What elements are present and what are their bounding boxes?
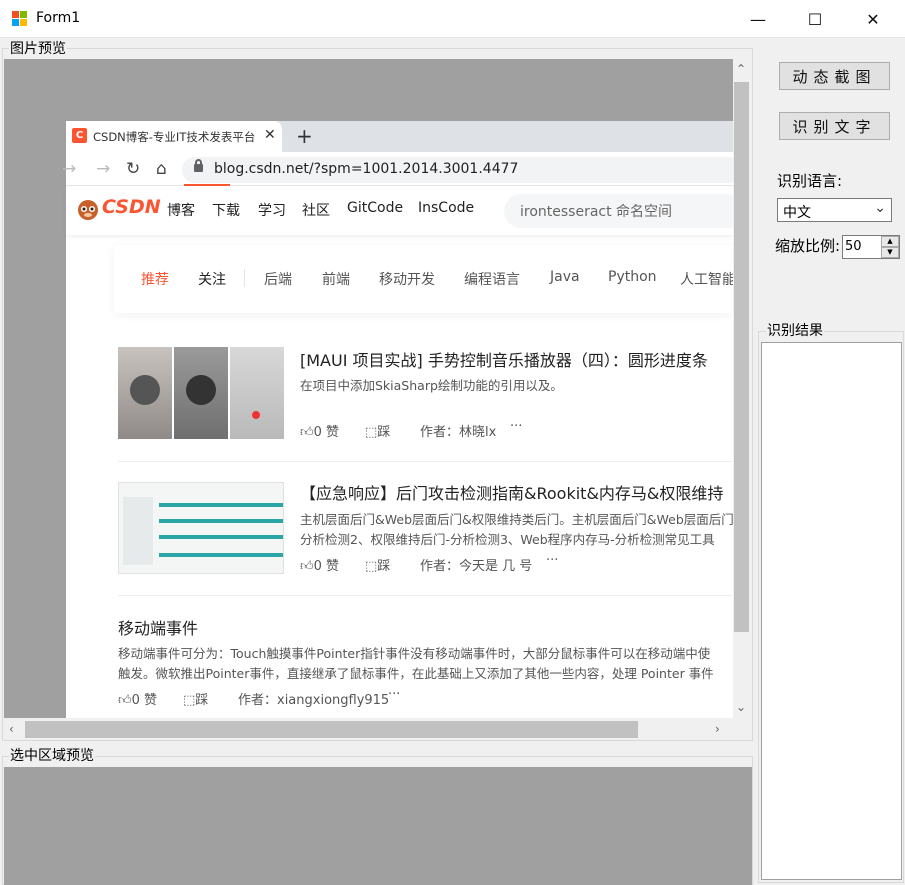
dislike: ⬚踩 xyxy=(365,421,390,440)
csdn-logo-icon xyxy=(78,200,98,220)
scroll-down-icon[interactable]: ⌄ xyxy=(736,700,746,714)
zoom-label: 缩放比例: xyxy=(775,237,841,255)
browser-tab-title: CSDN博客-专业IT技术发表平台 xyxy=(93,130,256,144)
category-backend: 后端 xyxy=(264,272,292,288)
tab-close-icon: ✕ xyxy=(264,127,276,143)
close-button[interactable]: ✕ xyxy=(850,0,896,38)
topnav-inscode: InsCode xyxy=(418,200,475,216)
forward-arrow-icon: → xyxy=(96,159,111,179)
topnav-blog: 博客 xyxy=(167,203,195,219)
dislike-label: 踩 xyxy=(377,559,391,574)
ocr-button[interactable]: 识别文字 xyxy=(779,112,890,140)
dislike-label: 踩 xyxy=(195,693,209,708)
article-desc: 在项目中添加SkiaSharp绘制功能的引用以及。 xyxy=(300,378,563,393)
csdn-favicon-icon: C xyxy=(72,128,87,143)
language-label: 识别语言: xyxy=(777,172,843,190)
article-thumbnail xyxy=(118,482,284,574)
horizontal-scroll-thumb[interactable] xyxy=(25,721,638,738)
app-icon xyxy=(12,11,28,27)
scroll-right-icon[interactable]: › xyxy=(715,722,720,736)
category-mobile: 移动开发 xyxy=(379,272,435,288)
home-icon: ⌂ xyxy=(156,159,167,179)
topnav-gitcode: GitCode xyxy=(347,200,404,216)
back-arrow-icon: → xyxy=(62,159,77,179)
selection-preview[interactable] xyxy=(4,767,752,885)
result-group-label: 识别结果 xyxy=(766,320,824,340)
thumbs-down-icon: ⬚ xyxy=(365,559,378,574)
article-title: 移动端事件 xyxy=(118,619,199,638)
url-text: blog.csdn.net/?spm=1001.2014.3001.4477 xyxy=(214,161,519,177)
window-title: Form1 xyxy=(36,10,81,26)
preview-group-label: 图片预览 xyxy=(9,38,67,58)
stepper-up-icon[interactable]: ▲ xyxy=(881,236,899,247)
lock-icon-body xyxy=(194,164,203,172)
category-divider xyxy=(244,269,245,287)
article-desc: 移动端事件可分为：Touch触摸事件Pointer指针事件没有移动端事件时，大部… xyxy=(118,646,711,661)
loading-indicator xyxy=(184,184,230,186)
like-count: 👍︎0 赞 xyxy=(118,689,157,708)
thumbs-up-icon: 👍︎ xyxy=(300,559,314,574)
capture-button[interactable]: 动态截图 xyxy=(779,62,890,90)
image-preview[interactable]: C CSDN博客-专业IT技术发表平台 ✕ + → → ↻ ⌂ blog.csd… xyxy=(4,59,733,718)
category-java: Java xyxy=(550,269,580,285)
zoom-value: 50 xyxy=(845,239,862,254)
article-author: 作者：xiangxiongfly915 xyxy=(238,693,390,708)
article-divider xyxy=(118,595,733,596)
new-tab-icon: + xyxy=(296,124,313,148)
captured-browser-image: C CSDN博客-专业IT技术发表平台 ✕ + → → ↻ ⌂ blog.csd… xyxy=(62,121,733,718)
category-languages: 编程语言 xyxy=(464,272,520,288)
topnav-community: 社区 xyxy=(302,203,330,219)
article-title: 【应急响应】后门攻击检测指南&Rookit&内存马&权限维持 xyxy=(300,484,724,503)
dislike: ⬚踩 xyxy=(365,555,390,574)
more-icon: ··· xyxy=(546,553,559,568)
selection-group-label: 选中区域预览 xyxy=(9,745,95,765)
category-python: Python xyxy=(608,269,657,285)
article-divider xyxy=(118,461,733,462)
like-label: 0 赞 xyxy=(313,425,339,440)
like-count: 👍︎0 赞 xyxy=(300,421,339,440)
stepper-down-icon[interactable]: ▼ xyxy=(881,247,899,258)
thumbs-down-icon: ⬚ xyxy=(365,425,378,440)
category-frontend: 前端 xyxy=(322,272,350,288)
article-desc-2: 触发。微软推出Pointer事件，直接继承了鼠标事件，在此基础上又添加了其他一些… xyxy=(118,666,714,681)
csdn-logo-text: CSDN xyxy=(102,196,161,218)
like-count: 👍︎0 赞 xyxy=(300,555,339,574)
csdn-search-text: irontesseract 命名空间 xyxy=(520,204,673,220)
result-textbox[interactable] xyxy=(761,342,902,880)
like-label: 0 赞 xyxy=(313,559,339,574)
article-author: 作者：今天是 几 号 xyxy=(420,559,533,574)
category-recommend: 推荐 xyxy=(141,272,169,288)
language-value: 中文 xyxy=(783,205,811,221)
article-desc-2: 分析检测2、权限维持后门-分析检测3、Web程序内存马-分析检测常见工具 xyxy=(300,532,715,547)
more-icon: ··· xyxy=(510,419,523,434)
article-title: [MAUI 项目实战] 手势控制音乐播放器（四）：圆形进度条 xyxy=(300,351,708,370)
like-label: 0 赞 xyxy=(131,693,157,708)
category-follow: 关注 xyxy=(198,272,226,288)
article-author: 作者：林晓lx xyxy=(420,425,497,440)
category-ai: 人工智能 xyxy=(680,272,733,288)
language-select[interactable]: 中文 ⌄ xyxy=(777,198,892,222)
thumbs-up-icon: 👍︎ xyxy=(118,693,132,708)
dislike-label: 踩 xyxy=(377,425,391,440)
article-desc: 主机层面后门&Web层面后门&权限维持类后门。主机层面后门&Web层面后门 xyxy=(300,512,733,527)
more-icon: ··· xyxy=(388,687,401,702)
scroll-corner xyxy=(733,719,750,740)
article-thumbnail xyxy=(118,347,284,439)
vertical-scroll-thumb[interactable] xyxy=(734,82,749,632)
minimize-button[interactable]: — xyxy=(735,0,781,38)
dislike: ⬚踩 xyxy=(183,689,208,708)
thumbs-down-icon: ⬚ xyxy=(183,693,196,708)
scroll-left-icon[interactable]: ‹ xyxy=(9,722,14,736)
chevron-down-icon: ⌄ xyxy=(874,200,886,216)
reload-icon: ↻ xyxy=(126,159,141,179)
topnav-download: 下载 xyxy=(212,203,240,219)
thumbs-up-icon: 👍︎ xyxy=(300,425,314,440)
topnav-learn: 学习 xyxy=(258,203,286,219)
scroll-up-icon[interactable]: ⌃ xyxy=(736,62,746,76)
maximize-button[interactable]: ☐ xyxy=(792,0,838,38)
zoom-stepper[interactable]: 50 ▲ ▼ xyxy=(842,235,900,259)
